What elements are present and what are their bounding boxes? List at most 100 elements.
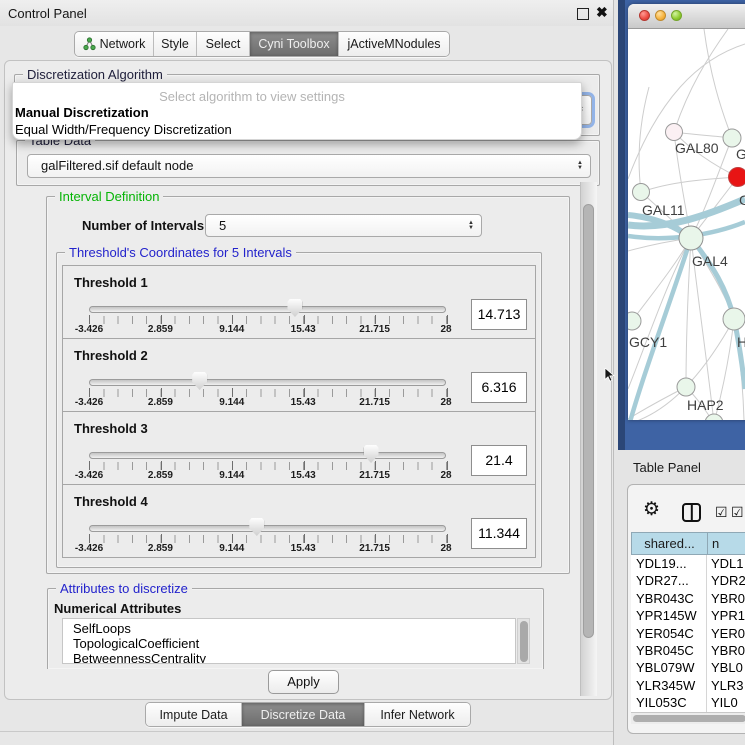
list-scrollbar-thumb[interactable] [520,621,528,662]
dropdown-option-equal-width-frequency[interactable]: Equal Width/Frequency Discretization [13,121,581,138]
network-node[interactable] [723,308,745,330]
threshold-value-field[interactable]: 21.4 [471,445,527,476]
table-row[interactable]: YDR27...YDR2 [631,572,745,589]
zoom-traffic-light-icon[interactable] [671,10,682,21]
tab-select[interactable]: Select [196,32,249,56]
network-graph[interactable]: GAL80GACGAL11GAL4GCY1HHAP2 [628,29,745,420]
tick-label: 21.715 [359,397,390,408]
combo-value: galFiltered.sif default node [41,155,193,177]
major-tick [161,461,162,470]
table-row[interactable]: YIL053CYIL0 [631,694,745,711]
table-cell[interactable]: YIL0 [707,694,745,711]
table-cell[interactable]: YBR0 [707,590,745,607]
table-cell[interactable]: YPR145W [631,607,707,624]
apply-button[interactable]: Apply [268,670,339,694]
list-item[interactable]: BetweennessCentrality [63,652,515,664]
table-cell[interactable]: YDR27... [631,572,707,589]
table-row[interactable]: YBR043CYBR0 [631,590,745,607]
close-traffic-light-icon[interactable] [639,10,650,21]
table-row[interactable]: YBR045CYBR0 [631,642,745,659]
network-node[interactable] [729,168,745,187]
columns-icon[interactable] [682,503,701,522]
slider-tick-labels: -3.4262.8599.14415.4321.71528 [89,543,446,555]
threshold-slider-thumb[interactable] [249,518,264,536]
panel-scrollbar-thumb[interactable] [583,204,594,638]
tab-infer-network[interactable]: Infer Network [364,703,470,726]
table-cell[interactable]: YER0 [707,625,745,642]
table-cell[interactable]: YBL079W [631,659,707,676]
column-header-name[interactable]: n [708,532,745,555]
minimize-traffic-light-icon[interactable] [655,10,666,21]
threshold-label: Threshold 3 [74,421,148,436]
table-cell[interactable]: YLR3 [707,677,745,694]
table-row[interactable]: YBL079WYBL0 [631,659,745,676]
major-tick [304,315,305,324]
table-cell[interactable]: YBL0 [707,659,745,676]
tab-label: Infer Network [380,708,454,722]
network-node[interactable] [723,129,741,147]
major-tick [447,315,448,324]
gear-icon[interactable]: ⚙ [643,500,660,519]
threshold-value-field[interactable]: 14.713 [471,299,527,330]
network-node[interactable] [677,378,695,396]
float-icon[interactable] [577,8,589,20]
table-data-combobox[interactable]: galFiltered.sif default node ▲▼ [27,154,591,178]
tab-impute-data[interactable]: Impute Data [146,703,241,726]
table-cell[interactable]: YBR043C [631,590,707,607]
tab-style[interactable]: Style [153,32,196,56]
checkbox-icon[interactable]: ☑ [715,504,728,521]
checkbox-icon[interactable]: ☑ [731,504,744,521]
tick-label: 9.144 [219,397,244,408]
tick-label: 2.859 [148,324,173,335]
threshold-slider-track[interactable] [89,525,446,532]
table-row[interactable]: YDL19...YDL1 [631,555,745,572]
column-header-shared-name[interactable]: shared... [631,532,708,555]
network-node[interactable] [666,124,683,141]
threshold-slider-track[interactable] [89,379,446,386]
table-cell[interactable]: YER054C [631,625,707,642]
threshold-value-field[interactable]: 6.316 [471,372,527,403]
number-of-intervals-combobox[interactable]: 5 ▲▼ [205,214,482,237]
network-node[interactable] [679,226,703,250]
tick-label: 28 [440,543,451,554]
table-row[interactable]: YLR345WYLR3 [631,677,745,694]
major-tick [375,534,376,543]
table-horizontal-scrollbar[interactable] [631,712,745,724]
network-node[interactable] [633,184,650,201]
network-node[interactable] [628,312,641,330]
network-node[interactable] [705,414,723,420]
list-item[interactable]: SelfLoops [63,619,515,637]
table-row[interactable]: YER054CYER0 [631,625,745,642]
node-label: GAL4 [692,253,728,269]
control-panel-window: Control Panel ✖ Network Style Select Cyn… [0,0,614,745]
threshold-slider-track[interactable] [89,452,446,459]
list-scrollbar[interactable] [517,618,530,664]
network-canvas[interactable]: GAL80GACGAL11GAL4GCY1HHAP2 [628,29,745,420]
list-item[interactable]: TopologicalCoefficient [63,637,515,652]
threshold-slider-thumb[interactable] [192,372,207,390]
table-cell[interactable]: YLR345W [631,677,707,694]
close-icon[interactable]: ✖ [596,4,608,21]
threshold-1-panel: Threshold 1 -3.4262.8599.14415.4321.7152… [62,265,536,339]
tab-jactivemnodules[interactable]: jActiveMNodules [338,32,449,56]
tick-label: 2.859 [148,543,173,554]
table-scrollbar-thumb[interactable] [633,715,745,722]
table-cell[interactable]: YDR2 [707,572,745,589]
table-cell[interactable]: YBR045C [631,642,707,659]
tab-cyni-toolbox[interactable]: Cyni Toolbox [249,32,338,56]
table-cell[interactable]: YPR1 [707,607,745,624]
table-cell[interactable]: YBR0 [707,642,745,659]
threshold-slider-track[interactable] [89,306,446,313]
table-cell[interactable]: YDL19... [631,555,707,572]
tab-discretize-data[interactable]: Discretize Data [241,703,364,726]
threshold-slider-thumb[interactable] [287,299,302,317]
tick-label: 15.43 [291,397,316,408]
table-cell[interactable]: YIL053C [631,694,707,711]
tab-network[interactable]: Network [75,32,153,56]
node-label: HAP2 [687,397,724,413]
dropdown-option-manual-discretization[interactable]: Manual Discretization [13,104,581,121]
table-cell[interactable]: YDL1 [707,555,745,572]
threshold-value-field[interactable]: 11.344 [471,518,527,549]
panel-vertical-scrollbar[interactable] [580,182,597,696]
table-row[interactable]: YPR145WYPR1 [631,607,745,624]
